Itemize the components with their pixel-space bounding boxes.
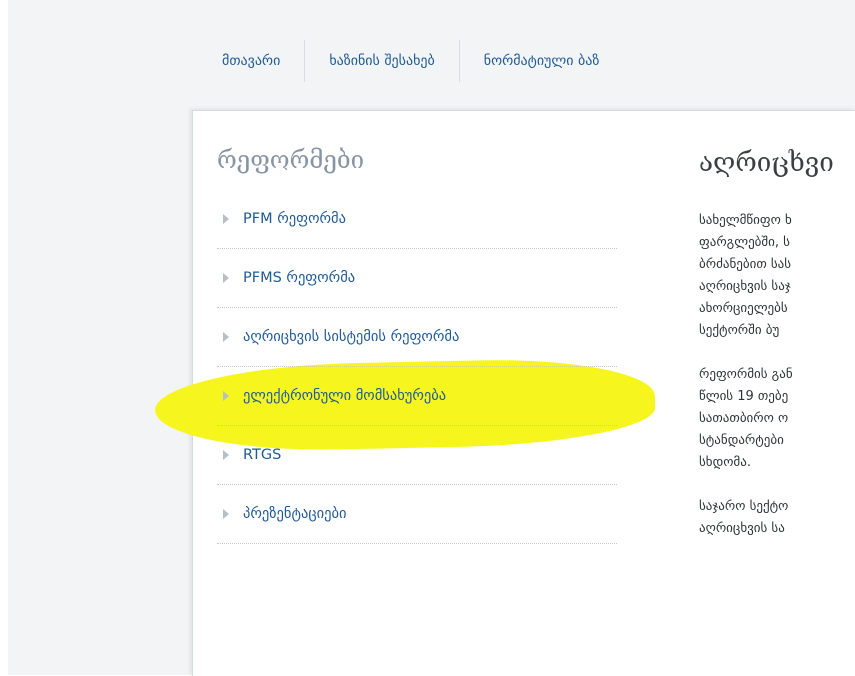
- article-line: აღრიცხვის საჯ: [699, 279, 791, 294]
- article-paragraph: რეფორმის გან წლის 19 თებე სათათბირო ო სტ…: [699, 364, 855, 474]
- nav-item-normative-base[interactable]: ნორმატიული ბაზ: [460, 38, 624, 84]
- caret-right-icon: [223, 273, 229, 283]
- caret-right-icon: [223, 214, 229, 224]
- sidebar-item-label: PFMS რეფორმა: [243, 270, 356, 286]
- nav-item-home[interactable]: მთავარი: [190, 38, 304, 84]
- caret-right-icon: [223, 332, 229, 342]
- caret-right-icon: [223, 450, 229, 460]
- caret-right-icon: [223, 509, 229, 519]
- article-line: სტანდარტები: [699, 433, 784, 448]
- sidebar-item-label: RTGS: [243, 447, 282, 463]
- nav-item-about-treasury[interactable]: ხაზინის შესახებ: [305, 38, 458, 84]
- sidebar-title: რეფორმები: [217, 146, 365, 174]
- sidebar-item-presentations[interactable]: პრეზენტაციები: [217, 485, 617, 544]
- article-line: ფარგლებში, ს: [699, 235, 790, 250]
- article-line: წლის 19 თებე: [699, 389, 789, 404]
- sidebar-item-label: PFM რეფორმა: [243, 211, 346, 227]
- article-title: აღრიცხვი: [699, 148, 834, 178]
- article-line: ბრძანებით სას: [699, 257, 792, 272]
- content-panel: რეფორმები PFM რეფორმა PFMS რეფორმა აღრიც…: [154, 110, 855, 676]
- article-line: ახორციელებს: [699, 301, 788, 316]
- caret-right-icon: [223, 391, 229, 401]
- sidebar-item-pfms-reform[interactable]: PFMS რეფორმა: [217, 249, 617, 308]
- sidebar-item-label: პრეზენტაციები: [243, 506, 347, 522]
- top-navigation: მთავარი ხაზინის შესახებ ნორმატიული ბაზ: [190, 38, 855, 84]
- article-line: სახელმწიფო ხ: [699, 213, 792, 228]
- sidebar-item-accounting-system-reform[interactable]: აღრიცხვის სისტემის რეფორმა: [217, 308, 617, 367]
- article-line: სექტორში ბუ: [699, 323, 780, 338]
- sidebar-item-label: აღრიცხვის სისტემის რეფორმა: [243, 329, 460, 345]
- sidebar: რეფორმები PFM რეფორმა PFMS რეფორმა აღრიც…: [154, 146, 656, 544]
- article-line: საჯარო სექტო: [699, 499, 789, 514]
- article-paragraph: სახელმწიფო ხ ფარგლებში, ს ბრძანებით სას …: [699, 210, 855, 342]
- sidebar-item-rtgs[interactable]: RTGS: [217, 426, 617, 485]
- sidebar-item-pfm-reform[interactable]: PFM რეფორმა: [217, 190, 617, 249]
- article-line: სხდომა.: [699, 455, 751, 470]
- article-paragraph: საჯარო სექტო აღრიცხვის სა: [699, 496, 855, 540]
- article: აღრიცხვი სახელმწიფო ხ ფარგლებში, ს ბრძან…: [699, 146, 855, 562]
- article-line: რეფორმის გან: [699, 367, 793, 382]
- article-line: აღრიცხვის სა: [699, 521, 785, 536]
- sidebar-menu: PFM რეფორმა PFMS რეფორმა აღრიცხვის სისტე…: [154, 190, 656, 544]
- article-line: სათათბირო ო: [699, 411, 789, 426]
- sidebar-item-label: ელექტრონული მომსახურება: [243, 388, 447, 404]
- sidebar-item-electronic-services[interactable]: ელექტრონული მომსახურება: [217, 367, 617, 426]
